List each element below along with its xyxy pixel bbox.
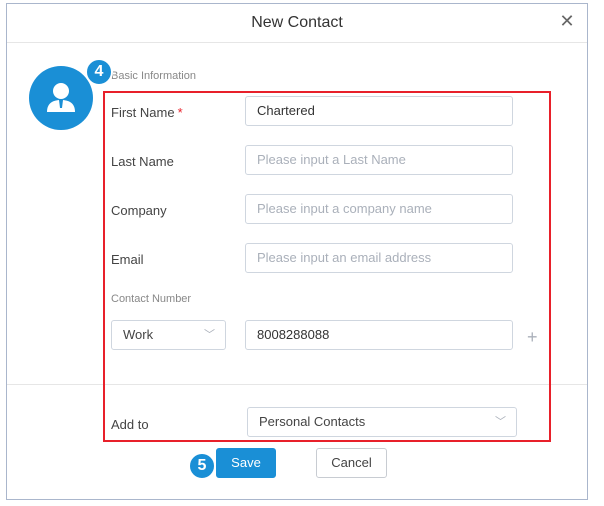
section-basic-information: Basic Information bbox=[111, 70, 196, 82]
close-icon[interactable]: ✕ bbox=[557, 11, 577, 31]
dialog-title: New Contact bbox=[251, 14, 343, 31]
new-contact-dialog: New Contact ✕ Basic Information First Na… bbox=[6, 3, 588, 500]
step-badge-5: 5 bbox=[188, 452, 216, 480]
save-button[interactable]: Save bbox=[216, 448, 276, 478]
cancel-button[interactable]: Cancel bbox=[316, 448, 387, 478]
dialog-title-bar: New Contact ✕ bbox=[7, 4, 587, 43]
user-icon bbox=[29, 66, 93, 130]
step-badge-4: 4 bbox=[85, 58, 113, 86]
highlight-box bbox=[103, 91, 551, 442]
